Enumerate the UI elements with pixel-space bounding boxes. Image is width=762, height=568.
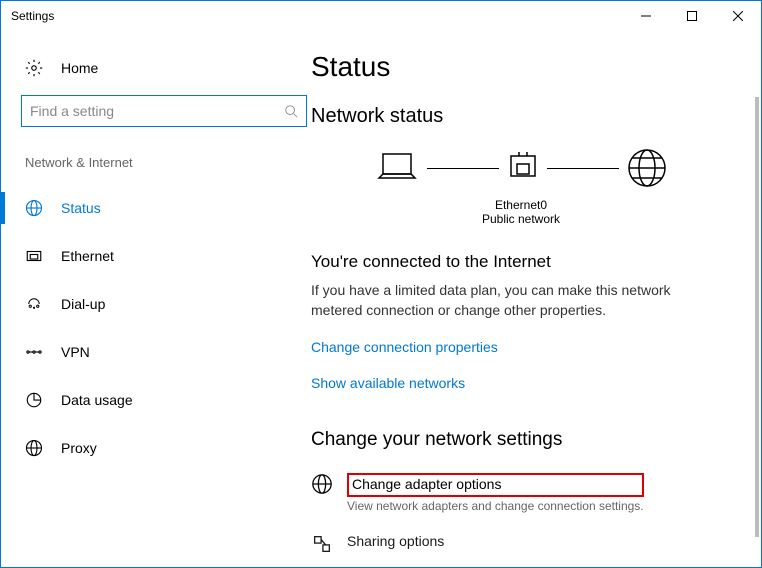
- sidebar-group-label: Network & Internet: [21, 155, 311, 170]
- sidebar-item-label: Status: [61, 200, 101, 216]
- diagram-line: [427, 168, 499, 169]
- change-adapter-options[interactable]: Change adapter options View network adap…: [311, 473, 731, 513]
- diagram-line: [547, 168, 619, 169]
- home-label: Home: [61, 60, 98, 76]
- option-description: View network adapters and change connect…: [347, 499, 644, 513]
- connected-description: If you have a limited data plan, you can…: [311, 280, 691, 321]
- globe-icon: [25, 199, 43, 217]
- dialup-icon: [25, 295, 43, 313]
- close-button[interactable]: [715, 1, 761, 31]
- window-controls: [623, 1, 761, 31]
- window-title: Settings: [11, 9, 623, 23]
- sidebar-item-label: Dial-up: [61, 296, 105, 312]
- sidebar-item-status[interactable]: Status: [21, 184, 311, 232]
- search-box[interactable]: [21, 95, 307, 127]
- vpn-icon: [25, 343, 43, 361]
- gear-icon: [25, 59, 43, 77]
- sidebar-item-label: VPN: [61, 344, 90, 360]
- change-connection-properties-link[interactable]: Change connection properties: [311, 339, 498, 355]
- main-pane: Status Network status Ethernet0 Public n…: [311, 31, 761, 567]
- home-button[interactable]: Home: [21, 51, 311, 95]
- connected-heading: You're connected to the Internet: [311, 252, 731, 272]
- minimize-button[interactable]: [623, 1, 669, 31]
- sidebar-item-vpn[interactable]: VPN: [21, 328, 311, 376]
- adapter-name: Ethernet0: [311, 198, 731, 212]
- option-label: Change adapter options: [352, 476, 501, 492]
- data-usage-icon: [25, 391, 43, 409]
- sidebar: Home Network & Internet Status Ether: [1, 31, 311, 567]
- sharing-options-icon: [311, 533, 333, 555]
- show-available-networks-link[interactable]: Show available networks: [311, 375, 465, 391]
- change-settings-heading: Change your network settings: [311, 429, 731, 451]
- sidebar-item-label: Data usage: [61, 392, 133, 408]
- titlebar: Settings: [1, 1, 761, 31]
- network-diagram: [311, 146, 731, 190]
- network-status-heading: Network status: [311, 105, 731, 128]
- maximize-button[interactable]: [669, 1, 715, 31]
- sharing-options[interactable]: Sharing options: [311, 533, 731, 555]
- adapter-icon: [505, 150, 541, 186]
- option-label: Sharing options: [347, 533, 444, 549]
- proxy-icon: [25, 439, 43, 457]
- content-area: Home Network & Internet Status Ether: [1, 31, 761, 567]
- highlight-box: Change adapter options: [347, 473, 644, 497]
- adapter-options-icon: [311, 473, 333, 495]
- sidebar-item-label: Ethernet: [61, 248, 114, 264]
- scrollbar[interactable]: [755, 97, 759, 537]
- sidebar-item-label: Proxy: [61, 440, 97, 456]
- network-profile: Public network: [311, 212, 731, 226]
- search-input[interactable]: [30, 103, 284, 119]
- sidebar-item-datausage[interactable]: Data usage: [21, 376, 311, 424]
- settings-window: Settings Home Network & Internet: [0, 0, 762, 568]
- sidebar-item-proxy[interactable]: Proxy: [21, 424, 311, 472]
- search-icon: [284, 104, 298, 118]
- page-title: Status: [311, 51, 731, 83]
- internet-globe-icon: [625, 146, 669, 190]
- laptop-icon: [373, 148, 421, 188]
- sidebar-item-dialup[interactable]: Dial-up: [21, 280, 311, 328]
- sidebar-item-ethernet[interactable]: Ethernet: [21, 232, 311, 280]
- diagram-label: Ethernet0 Public network: [311, 198, 731, 226]
- ethernet-icon: [25, 247, 43, 265]
